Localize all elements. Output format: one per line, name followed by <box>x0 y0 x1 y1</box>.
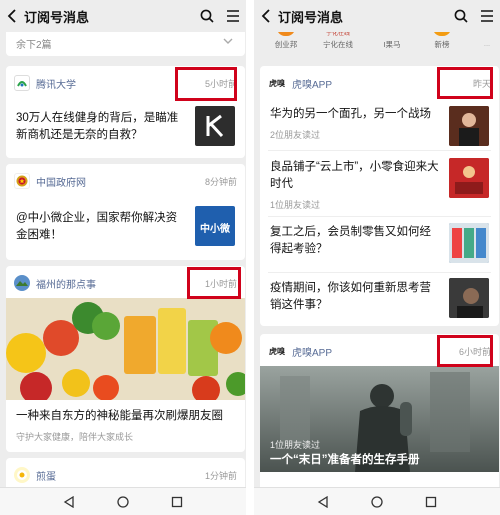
app-avatar <box>383 32 401 36</box>
chevron-down-icon <box>223 38 233 44</box>
app-name: ... <box>483 39 491 48</box>
source[interactable]: 中国政府网 <box>14 172 86 190</box>
highlight-box <box>175 67 237 101</box>
source-name: 中国政府网 <box>36 177 86 189</box>
page-title: 订阅号消息 <box>278 9 344 25</box>
nav-back-icon[interactable] <box>317 495 329 508</box>
article-thumbnail[interactable] <box>449 106 489 146</box>
article-subtitle: 守护大家健康，陪伴大家成长 <box>16 432 134 442</box>
article-readers: 1位朋友读过 <box>270 200 321 210</box>
back-icon <box>7 9 16 23</box>
divider <box>268 150 491 151</box>
page-title: 订阅号消息 <box>24 9 90 25</box>
thumbnail-text: 中小微 <box>200 224 230 235</box>
article-readers: 1位朋友读过 <box>270 440 321 450</box>
time: 8分钟前 <box>204 177 237 187</box>
right-phone: 订阅号消息 创业邦 宁化在线 宁化在线 I果马 新榜 ... 虎嗅 虎嗅APP … <box>254 0 500 515</box>
jiandan-logo-icon <box>14 467 30 483</box>
app-item[interactable]: ... <box>474 32 500 48</box>
search-button[interactable] <box>194 0 220 32</box>
menu-icon <box>481 10 493 22</box>
system-nav-bar <box>254 487 500 515</box>
source-name: 腾讯大学 <box>36 79 76 91</box>
source-name: 福州的那点事 <box>36 279 96 291</box>
collapsed-text: 余下2篇 <box>16 40 52 51</box>
article-readers: 2位朋友读过 <box>270 130 321 140</box>
nav-recents-icon[interactable] <box>425 496 437 508</box>
article-thumbnail[interactable] <box>195 106 235 146</box>
article-title[interactable]: 一个“末日”准备者的生存手册 <box>270 452 490 469</box>
source-name: 煎蛋 <box>36 471 56 483</box>
source[interactable]: 腾讯大学 <box>14 74 76 92</box>
article-card-gov[interactable]: 中国政府网 8分钟前 @中小微企业，国家帮你解决资金困难！ 中小微 <box>6 164 245 260</box>
highlight-box <box>187 267 241 299</box>
app-item[interactable]: 新榜 <box>422 32 462 50</box>
back-button[interactable] <box>254 0 278 32</box>
back-button[interactable] <box>0 0 24 32</box>
divider <box>268 272 491 273</box>
source[interactable]: 虎嗅 虎嗅APP <box>268 342 332 360</box>
source-name: 虎嗅APP <box>292 79 333 91</box>
article-card-jiandan[interactable]: 煎蛋 1分钟前 <box>6 458 245 487</box>
huxiu-logo-icon: 虎嗅 <box>268 343 286 359</box>
collapsed-card[interactable]: 余下2篇 <box>6 32 245 56</box>
source[interactable]: 虎嗅 虎嗅APP <box>268 74 332 92</box>
search-button[interactable] <box>448 0 474 32</box>
article-title[interactable]: 良品铺子“云上市”，小零食迎来大时代 <box>270 159 442 193</box>
app-item[interactable]: 宁化在线 宁化在线 <box>316 32 360 50</box>
article-title[interactable]: 华为的另一个面孔，另一个战场 <box>270 106 442 123</box>
huxiu-logo-icon: 虎嗅 <box>268 75 286 91</box>
source[interactable]: 煎蛋 <box>14 466 56 484</box>
article-thumbnail[interactable] <box>449 223 489 263</box>
article-title[interactable]: 疫情期间，你该如何重新思考营销这件事？ <box>270 280 442 314</box>
menu-button[interactable] <box>474 0 500 32</box>
app-name: 宁化在线 <box>323 40 353 49</box>
highlight-box <box>437 335 493 367</box>
article-thumbnail[interactable] <box>449 278 489 318</box>
search-icon <box>454 9 468 23</box>
app-name: 创业邦 <box>274 40 298 49</box>
time: 1分钟前 <box>204 471 237 481</box>
feed: 余下2篇 腾讯大学 5小时前 30万人在线健身的背后，是瞄准新商机还是无奈的自救… <box>0 32 246 487</box>
app-item[interactable]: I果马 <box>372 32 412 50</box>
app-strip: 创业邦 宁化在线 宁化在线 I果马 新榜 ... <box>254 32 500 58</box>
tencent-university-logo-icon <box>14 75 30 91</box>
header: 订阅号消息 <box>0 0 246 32</box>
app-avatar <box>433 32 451 36</box>
menu-icon <box>227 10 239 22</box>
article-title[interactable]: @中小微企业，国家帮你解决资金困难！ <box>16 210 188 244</box>
article-title[interactable]: 复工之后，会员制零售又如何经得起考验？ <box>270 224 442 258</box>
app-name: 新榜 <box>434 40 450 49</box>
left-phone: 订阅号消息 余下2篇 腾讯大学 5小时前 30万人在线健身的背后，是瞄准新商机还… <box>0 0 246 515</box>
nav-home-icon[interactable] <box>117 495 129 508</box>
article-card-huxiu[interactable]: 虎嗅 虎嗅APP 昨天 华为的另一个面孔，另一个战场 2位朋友读过 良品铺子“云… <box>260 66 499 326</box>
fuzhou-logo-icon <box>14 275 30 291</box>
highlight-box <box>437 67 493 99</box>
nav-back-icon[interactable] <box>63 495 75 508</box>
article-title[interactable]: 一种来自东方的神秘能量再次刷爆朋友圈 <box>16 408 236 425</box>
app-item[interactable]: 创业邦 <box>266 32 306 50</box>
screenshot-composite: 订阅号消息 余下2篇 腾讯大学 5小时前 30万人在线健身的背后，是瞄准新商机还… <box>0 0 500 515</box>
app-name: I果马 <box>383 40 401 49</box>
divider <box>268 216 491 217</box>
article-title[interactable]: 30万人在线健身的背后，是瞄准新商机还是无奈的自救？ <box>16 110 188 144</box>
gov-emblem-icon <box>14 173 30 189</box>
feed: 创业邦 宁化在线 宁化在线 I果马 新榜 ... 虎嗅 虎嗅APP 昨天 华为的… <box>254 32 500 487</box>
nav-home-icon[interactable] <box>371 495 383 508</box>
menu-button[interactable] <box>220 0 246 32</box>
article-thumbnail[interactable]: 中小微 <box>195 206 235 246</box>
search-icon <box>200 9 214 23</box>
source-name: 虎嗅APP <box>292 347 333 359</box>
article-thumbnail[interactable] <box>449 158 489 198</box>
app-avatar <box>277 32 295 36</box>
nav-recents-icon[interactable] <box>171 496 183 508</box>
source[interactable]: 福州的那点事 <box>14 274 96 292</box>
system-nav-bar <box>0 487 246 515</box>
back-icon <box>261 9 270 23</box>
app-avatar: 宁化在线 <box>325 32 350 37</box>
header: 订阅号消息 <box>254 0 500 32</box>
cover-image-fruits-juice[interactable] <box>6 298 245 400</box>
